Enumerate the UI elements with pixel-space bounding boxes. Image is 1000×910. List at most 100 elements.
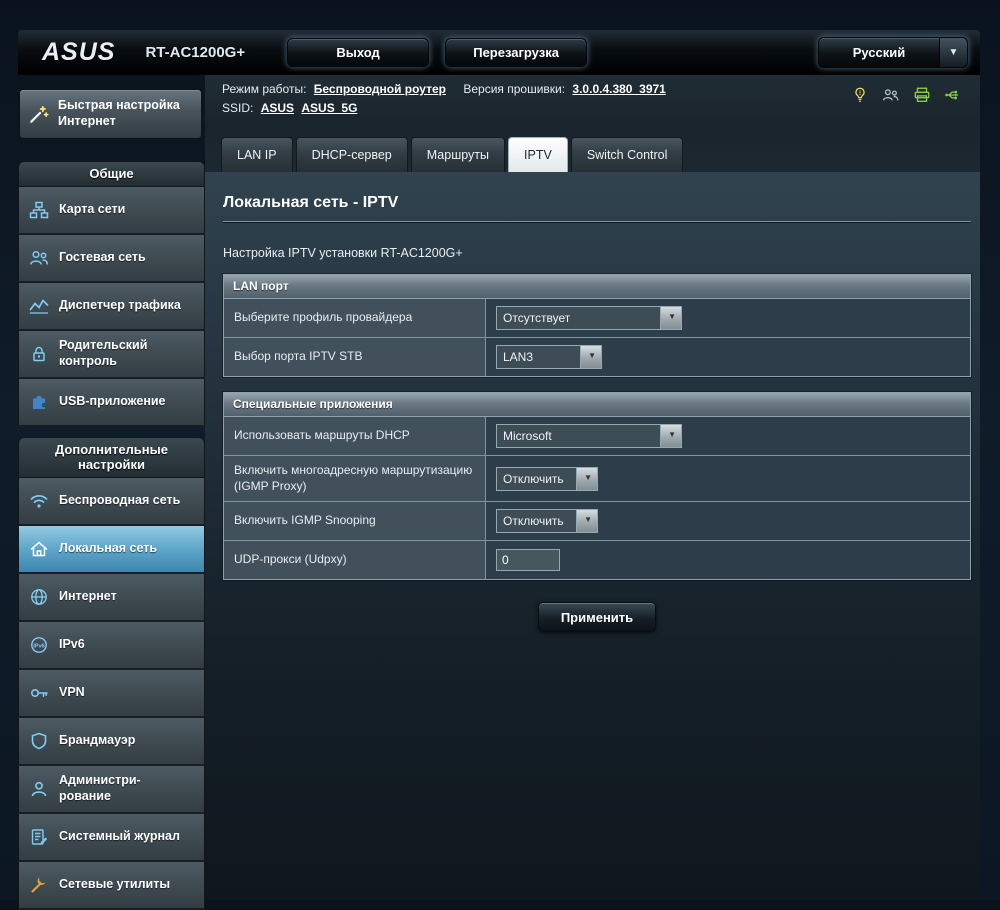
printer-icon[interactable] xyxy=(913,86,931,104)
router-admin-app: ASUS RT-AC1200G+ Выход Перезагрузка Русс… xyxy=(18,30,980,910)
sidebar-item-ipv6[interactable]: IPv6 IPv6 xyxy=(18,621,205,670)
ssid-label: SSID: xyxy=(222,101,254,116)
sidebar-item-network-tools[interactable]: Сетевые утилиты xyxy=(18,861,205,910)
sidebar-item-quick-internet-setup[interactable]: Быстрая настройка Интернет xyxy=(19,89,202,139)
tab-switch-control[interactable]: Switch Control xyxy=(570,137,684,172)
settings-row: UDP-прокси (Udpxy) xyxy=(224,541,970,580)
reboot-button[interactable]: Перезагрузка xyxy=(445,37,588,67)
operation-mode-link[interactable]: Беспроводной роутер xyxy=(314,82,446,96)
ssid-5g-link[interactable]: ASUS_5G xyxy=(301,101,357,115)
sidebar-item-parental-control[interactable]: Родительский контроль xyxy=(18,330,205,379)
sidebar-item-firewall[interactable]: Брандмауэр xyxy=(18,717,205,766)
language-label: Русский xyxy=(852,44,906,60)
sidebar-section-title: Общие xyxy=(18,161,205,187)
settings-form: LAN портВыберите профиль провайдера Отсут… xyxy=(223,274,971,581)
sidebar-item-label: Родительский контроль xyxy=(59,337,148,368)
status-icons: ! xyxy=(851,86,962,104)
section-header: LAN порт xyxy=(224,275,970,299)
field-value: Microsoft xyxy=(486,417,970,455)
lan-icon xyxy=(19,539,59,559)
usb-device-icon[interactable] xyxy=(944,86,962,104)
sidebar-item-system-log[interactable]: Системный журнал xyxy=(18,813,205,862)
field-label: Выбор порта IPTV STB xyxy=(224,338,486,376)
sidebar-item-label: Беспроводная сеть xyxy=(59,492,181,507)
settings-row: Включить многоадресную маршрутизацию (IG… xyxy=(224,456,970,503)
administration-icon xyxy=(19,779,59,799)
sidebar-item-label: Гостевая сеть xyxy=(59,249,146,264)
firmware-version-link[interactable]: 3.0.0.4.380_3971 xyxy=(572,82,665,96)
clients-icon[interactable] xyxy=(882,86,900,104)
svg-text:!: ! xyxy=(859,90,861,97)
sidebar-item-vpn[interactable]: VPN xyxy=(18,669,205,718)
sidebar-item-wireless[interactable]: Беспроводная сеть xyxy=(18,477,205,526)
field-label: Использовать маршруты DHCP xyxy=(224,417,486,455)
logout-button[interactable]: Выход xyxy=(287,37,430,67)
internet-icon xyxy=(19,587,59,607)
iptv-stb-port-select[interactable]: LAN3 xyxy=(496,345,602,369)
field-value: Отключить xyxy=(486,502,970,541)
apply-button[interactable]: Применить xyxy=(538,602,656,633)
section-header: Специальные приложения xyxy=(224,393,970,417)
field-label: Включить IGMP Snooping xyxy=(224,502,486,541)
router-model: RT-AC1200G+ xyxy=(145,43,246,61)
sidebar-item-label: IPv6 xyxy=(59,636,85,651)
system-log-icon xyxy=(19,827,59,847)
tab-dhcp-server[interactable]: DHCP-сервер xyxy=(295,137,408,172)
main-column: Режим работы: Беспроводной роутер Версия… xyxy=(205,75,980,900)
tab-routes[interactable]: Маршруты xyxy=(410,137,506,172)
sidebar-item-network-map[interactable]: Карта сети xyxy=(18,186,205,235)
sidebar-item-label: USB-приложение xyxy=(59,393,166,408)
page-description: Настройка IPTV установки RT-AC1200G+ xyxy=(223,246,463,260)
settings-section: LAN портВыберите профиль провайдера Отсут… xyxy=(223,274,971,377)
firmware-notice-bulb-icon[interactable]: ! xyxy=(851,86,869,104)
settings-section: Специальные приложения Использовать маршр… xyxy=(223,392,971,581)
sidebar-item-guest-network[interactable]: Гостевая сеть xyxy=(18,234,205,283)
network-tools-icon xyxy=(19,875,59,895)
sidebar: Быстрая настройка Интернет Общие Карта се… xyxy=(18,75,205,910)
sidebar-item-label: Карта сети xyxy=(59,201,126,216)
quick-setup-label: Быстрая настройка Интернет xyxy=(58,98,180,128)
sidebar-item-label: Интернет xyxy=(59,588,117,603)
field-value xyxy=(486,541,970,580)
tab-strip: LAN IP DHCP-сервер Маршруты IPTV Switch Cont… xyxy=(205,125,980,172)
firewall-icon xyxy=(19,731,59,751)
sidebar-item-label: Сетевые утилиты xyxy=(59,876,171,891)
top-bar: ASUS RT-AC1200G+ Выход Перезагрузка Русс… xyxy=(18,30,980,75)
ssid-2g-link[interactable]: ASUS xyxy=(261,101,294,115)
tab-iptv[interactable]: IPTV xyxy=(508,137,568,172)
chevron-down-icon: ▼ xyxy=(939,37,967,67)
sidebar-item-usb-application[interactable]: USB-приложение xyxy=(18,378,205,427)
svg-text:IPv6: IPv6 xyxy=(33,643,45,649)
firmware-label: Версия прошивки: xyxy=(463,82,566,96)
isp-profile-select[interactable]: Отсутствует xyxy=(496,306,682,330)
igmp-proxy-select[interactable]: Отключить xyxy=(496,466,598,491)
field-label: Выберите профиль провайдера xyxy=(224,299,486,337)
field-label: Включить многоадресную маршрутизацию (IG… xyxy=(224,456,486,502)
asus-logo: ASUS xyxy=(42,37,116,66)
settings-row: Использовать маршруты DHCP Microsoft xyxy=(224,417,970,456)
udp-proxy-input[interactable] xyxy=(496,549,560,572)
sidebar-item-lan[interactable]: Локальная сеть xyxy=(18,525,205,574)
dhcp-routes-select[interactable]: Microsoft xyxy=(496,424,682,448)
sidebar-section: Общие Карта сети Гостевая сеть Диспетчер тр… xyxy=(18,161,205,427)
quick-setup-wand-icon xyxy=(20,103,58,125)
guest-network-icon xyxy=(19,248,59,268)
field-value: Отключить xyxy=(486,456,970,502)
vpn-icon xyxy=(19,683,59,703)
content-panel: Локальная сеть - IPTV Настройка IPTV уст… xyxy=(205,172,980,900)
language-dropdown[interactable]: Русский ▼ xyxy=(818,36,968,68)
sidebar-item-wan[interactable]: Интернет xyxy=(18,573,205,622)
sidebar-item-administration[interactable]: Администри-рование xyxy=(18,765,205,814)
sidebar-item-traffic-manager[interactable]: Диспетчер трафика xyxy=(18,282,205,331)
settings-row: Выбор порта IPTV STB LAN3 xyxy=(224,338,970,376)
settings-row: Выберите профиль провайдера Отсутствует xyxy=(224,299,970,338)
sidebar-item-label: Брандмауэр xyxy=(59,732,136,747)
field-label: UDP-прокси (Udpxy) xyxy=(224,541,486,580)
sidebar-item-label: VPN xyxy=(59,684,85,699)
tab-lan-ip[interactable]: LAN IP xyxy=(221,137,293,172)
status-bar: Режим работы: Беспроводной роутер Версия… xyxy=(205,75,980,125)
field-value: Отсутствует xyxy=(486,299,970,337)
settings-row: Включить IGMP Snooping Отключить xyxy=(224,502,970,542)
parental-control-icon xyxy=(19,344,59,364)
igmp-snooping-select[interactable]: Отключить xyxy=(496,509,598,534)
